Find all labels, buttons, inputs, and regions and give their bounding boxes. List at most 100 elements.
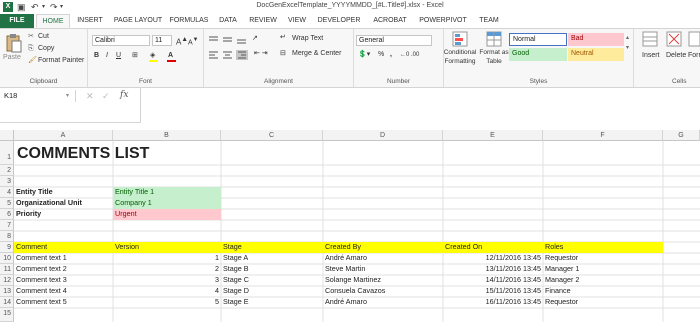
delete-cells-button[interactable]: Delete	[666, 51, 686, 61]
cell-created-by[interactable]: Steve Martin	[323, 264, 443, 275]
cell-version[interactable]: 3	[113, 275, 221, 286]
field-label-priority[interactable]: Priority	[14, 209, 113, 220]
header-created-on[interactable]: Created On	[443, 242, 543, 253]
tab-developer[interactable]: DEVELOPER	[313, 14, 365, 28]
header-created-by[interactable]: Created By	[323, 242, 443, 253]
row-header-6[interactable]: 6	[0, 209, 14, 220]
cell-version[interactable]: 5	[113, 297, 221, 308]
cell-created-by[interactable]: André Amaro	[323, 297, 443, 308]
cell-comment[interactable]: Comment text 2	[14, 264, 113, 275]
tab-team[interactable]: TEAM	[473, 14, 505, 28]
field-value-entity-title[interactable]: Entity Title 1	[113, 187, 221, 198]
select-all-corner[interactable]	[0, 130, 14, 141]
font-name-select[interactable]: Calibri	[92, 35, 150, 46]
row-header-11[interactable]: 11	[0, 264, 14, 275]
tab-view[interactable]: VIEW	[283, 14, 311, 28]
column-header-b[interactable]: B	[113, 130, 221, 141]
number-format-select[interactable]: General	[356, 35, 432, 46]
row-header-12[interactable]: 12	[0, 275, 14, 286]
column-header-g[interactable]: G	[663, 130, 700, 141]
row-header-14[interactable]: 14	[0, 297, 14, 308]
cancel-icon[interactable]: ✕	[86, 91, 94, 101]
copy-button[interactable]: Copy	[38, 44, 54, 54]
cell-stage[interactable]: Stage A	[221, 253, 323, 264]
format-cells-button[interactable]: Forma	[688, 51, 700, 61]
cell-stage[interactable]: Stage B	[221, 264, 323, 275]
cell-stage[interactable]: Stage C	[221, 275, 323, 286]
cell-version[interactable]: 1	[113, 253, 221, 264]
header-comment[interactable]: Comment	[14, 242, 113, 253]
cut-button[interactable]: Cut	[38, 32, 49, 42]
underline-icon[interactable]: U	[116, 51, 121, 61]
cell-version[interactable]: 4	[113, 286, 221, 297]
tab-formulas[interactable]: FORMULAS	[167, 14, 211, 28]
cell-created-on[interactable]: 12/11/2016 13:45	[443, 253, 543, 264]
row-header-5[interactable]: 5	[0, 198, 14, 209]
header-stage[interactable]: Stage	[221, 242, 323, 253]
row-header-8[interactable]: 8	[0, 231, 14, 242]
cell-created-on[interactable]: 16/11/2016 13:45	[443, 297, 543, 308]
style-bad[interactable]: Bad	[568, 33, 624, 46]
cell-version[interactable]: 2	[113, 264, 221, 275]
cell-created-on[interactable]: 14/11/2016 13:45	[443, 275, 543, 286]
comma-button[interactable]: ,	[390, 50, 392, 60]
font-size-select[interactable]: 11	[152, 35, 172, 46]
field-value-priority[interactable]: Urgent	[113, 209, 221, 220]
column-header-a[interactable]: A	[14, 130, 113, 141]
cell-created-on[interactable]: 13/11/2016 13:45	[443, 264, 543, 275]
cell-role[interactable]: Manager 1	[543, 264, 663, 275]
bold-icon[interactable]: B	[94, 51, 99, 61]
cell-created-on[interactable]: 15/11/2016 13:45	[443, 286, 543, 297]
format-as-table-button[interactable]: Format as Table	[474, 48, 514, 66]
header-version[interactable]: Version	[113, 242, 221, 253]
tab-review[interactable]: REVIEW	[245, 14, 281, 28]
cell-role[interactable]: Finance	[543, 286, 663, 297]
borders-icon[interactable]: ⊞	[132, 51, 138, 61]
tab-file[interactable]: FILE	[0, 14, 34, 28]
tab-insert[interactable]: INSERT	[72, 14, 108, 28]
orientation-icon[interactable]: ↗	[252, 34, 258, 44]
cell-role[interactable]: Requestor	[543, 253, 663, 264]
decimal-icons[interactable]: ←0 .00	[400, 50, 419, 60]
wrap-text-button[interactable]: Wrap Text	[292, 34, 323, 44]
tab-data[interactable]: DATA	[213, 14, 243, 28]
row-header-15[interactable]: 15	[0, 308, 14, 322]
row-header-13[interactable]: 13	[0, 286, 14, 297]
currency-icon[interactable]: 💲▾	[358, 50, 370, 60]
header-roles[interactable]: Roles	[543, 242, 663, 253]
shrink-font-icon[interactable]: A▼	[188, 35, 198, 48]
row-header-9[interactable]: 9	[0, 242, 14, 253]
column-header-e[interactable]: E	[443, 130, 543, 141]
column-header-f[interactable]: F	[543, 130, 663, 141]
percent-button[interactable]: %	[378, 50, 384, 60]
row-header-3[interactable]: 3	[0, 176, 14, 187]
name-box[interactable]: K18	[2, 90, 76, 102]
row-header-10[interactable]: 10	[0, 253, 14, 264]
style-neutral[interactable]: Neutral	[568, 48, 624, 61]
tab-powerpivot[interactable]: POWERPIVOT	[415, 14, 471, 28]
cell-stage[interactable]: Stage E	[221, 297, 323, 308]
field-label-entity-title[interactable]: Entity Title	[14, 187, 113, 198]
tab-acrobat[interactable]: ACROBAT	[367, 14, 413, 28]
cell-stage[interactable]: Stage D	[221, 286, 323, 297]
style-normal[interactable]: Normal	[509, 33, 567, 46]
style-good[interactable]: Good	[509, 48, 567, 61]
cell-created-by[interactable]: Solange Martinez	[323, 275, 443, 286]
cell-comment[interactable]: Comment text 4	[14, 286, 113, 297]
paste-icon[interactable]	[6, 33, 22, 53]
cell-created-by[interactable]: André Amaro	[323, 253, 443, 264]
row-header-4[interactable]: 4	[0, 187, 14, 198]
row-header-1[interactable]: 1	[0, 141, 14, 165]
merge-center-button[interactable]: Merge & Center	[292, 49, 341, 59]
name-box-dropdown-icon[interactable]: ▾	[66, 91, 69, 101]
cell-comment[interactable]: Comment text 5	[14, 297, 113, 308]
row-header-2[interactable]: 2	[0, 165, 14, 176]
insert-cells-button[interactable]: Insert	[642, 51, 660, 61]
field-value-org-unit[interactable]: Company 1	[113, 198, 221, 209]
formula-input[interactable]	[140, 88, 700, 123]
cell-comment[interactable]: Comment text 3	[14, 275, 113, 286]
horizontal-align-icons[interactable]	[208, 50, 250, 60]
sheet-title[interactable]: COMMENTS LIST	[14, 141, 314, 165]
styles-scroll-icon[interactable]: ▴ ▾	[626, 33, 629, 53]
vertical-align-icons[interactable]	[208, 35, 250, 45]
